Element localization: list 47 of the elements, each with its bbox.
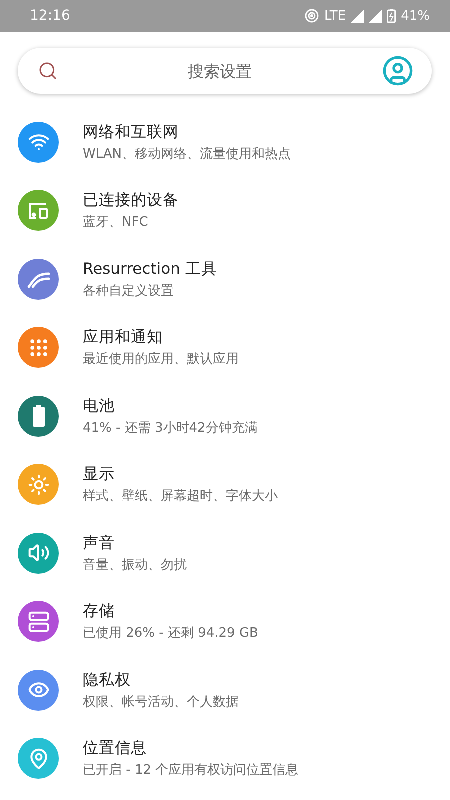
setting-icon-circle[interactable]	[18, 738, 59, 780]
hotspot-icon	[305, 9, 320, 23]
setting-title[interactable]: 显示	[83, 464, 278, 486]
status-time: 12:16	[30, 8, 70, 24]
setting-title[interactable]: 网络和互联网	[83, 122, 292, 143]
setting-title[interactable]: 声音	[83, 532, 187, 554]
setting-subtitle: WLAN、移动网络、流量使用和热点	[83, 146, 292, 163]
devices-icon	[28, 202, 50, 220]
setting-icon-circle[interactable]	[18, 670, 59, 711]
setting-subtitle: 41% - 还需 3小时42分钟充满	[83, 420, 258, 437]
setting-icon-circle[interactable]	[18, 396, 59, 437]
setting-subtitle: 最近使用的应用、默认应用	[83, 351, 239, 368]
battery-icon	[32, 405, 44, 428]
setting-subtitle: 各种自定义设置	[83, 282, 175, 300]
setting-icon-circle[interactable]	[18, 190, 59, 232]
setting-subtitle: 权限、帐号活动、个人数据	[83, 694, 239, 711]
setting-title[interactable]: Resurrection 工具	[83, 258, 218, 280]
setting-icon-circle[interactable]	[18, 258, 59, 300]
setting-title[interactable]: 电池	[83, 396, 258, 417]
setting-subtitle: 样式、壁纸、屏幕超时、字体大小	[83, 488, 278, 506]
account-icon[interactable]	[382, 55, 414, 87]
setting-subtitle: 已开启 - 12 个应用有权访问位置信息	[83, 762, 299, 780]
setting-title[interactable]: 应用和通知	[83, 327, 239, 348]
setting-subtitle: 已使用 26% - 还剩 94.29 GB	[83, 625, 258, 642]
signal-icon	[351, 10, 364, 22]
search-field[interactable]: 搜索设置	[58, 60, 382, 82]
speaker-icon	[28, 542, 50, 564]
setting-icon-circle[interactable]	[18, 327, 59, 368]
brightness-icon	[28, 474, 50, 496]
location-pin-icon	[28, 748, 50, 770]
setting-title[interactable]: 已连接的设备	[83, 190, 179, 212]
search-icon	[38, 61, 58, 81]
setting-subtitle: 蓝牙、NFC	[83, 214, 150, 232]
setting-icon-circle[interactable]	[18, 601, 59, 642]
setting-icon-circle[interactable]	[18, 532, 59, 574]
search-bar[interactable]: 搜索设置	[18, 48, 432, 94]
battery-percent: 41%	[401, 8, 430, 24]
setting-title[interactable]: 隐私权	[83, 670, 239, 691]
setting-subtitle: 音量、振动、勿扰	[83, 556, 187, 574]
storage-icon	[28, 610, 50, 633]
setting-title[interactable]: 存储	[83, 601, 258, 622]
setting-title[interactable]: 位置信息	[83, 738, 299, 760]
grid-icon	[28, 336, 50, 359]
signal-icon	[369, 10, 382, 22]
network-type: LTE	[324, 8, 346, 24]
setting-icon-circle[interactable]	[18, 122, 59, 163]
battery-charging-icon	[387, 9, 396, 23]
